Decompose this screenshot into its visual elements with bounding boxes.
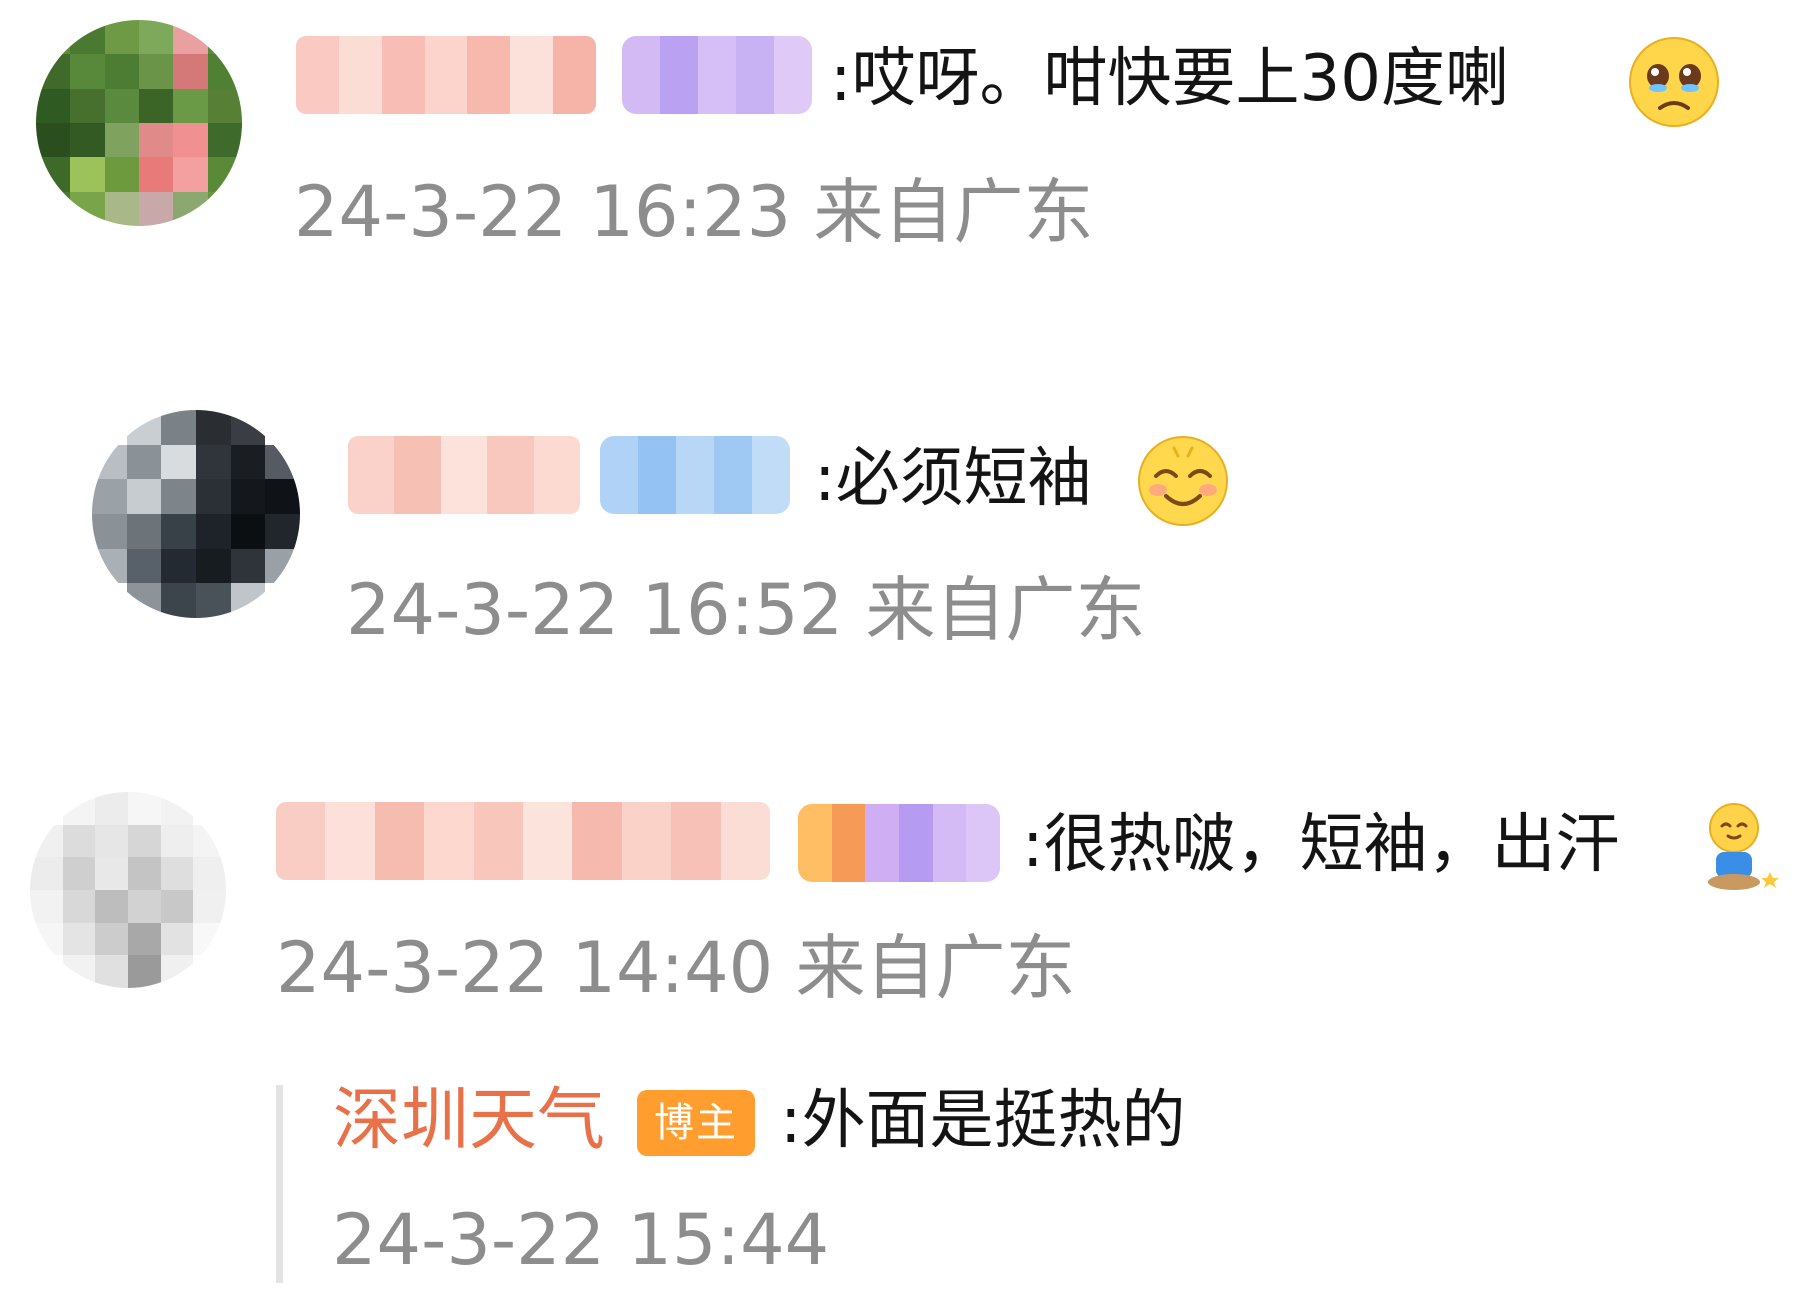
comment-text: :哎呀。咁快要上30度喇 xyxy=(830,42,1509,116)
comment-location: 来自广东 xyxy=(865,569,1146,651)
sitting-person-emoji xyxy=(1708,803,1779,890)
comment-meta: 24-3-22 16:23 来自广东 xyxy=(294,172,1093,252)
user-badge-blurred xyxy=(622,36,812,114)
comment-time: 24-3-22 14:40 xyxy=(276,927,774,1009)
comment-meta: 24-3-22 14:40 来自广东 xyxy=(276,928,1075,1008)
reply-time: 24-3-22 15:44 xyxy=(332,1199,830,1281)
comment-meta: 24-3-22 16:52 来自广东 xyxy=(346,570,1145,650)
avatar[interactable] xyxy=(30,792,226,988)
avatar[interactable] xyxy=(36,20,242,226)
comment-time: 24-3-22 16:52 xyxy=(346,569,844,651)
comment-text: :很热啵，短袖，出汗 xyxy=(1022,808,1620,882)
username-blurred[interactable] xyxy=(348,436,580,514)
user-badge-blurred xyxy=(798,804,1000,882)
username-blurred[interactable] xyxy=(276,802,770,880)
reply-author-name[interactable]: 深圳天气 xyxy=(333,1081,605,1161)
comment-location: 来自广东 xyxy=(795,927,1076,1009)
smiling-face-emoji xyxy=(1138,436,1228,526)
comment-location: 来自广东 xyxy=(813,171,1094,253)
comment-text: :必须短袖 xyxy=(814,442,1092,516)
reply-text: :外面是挺热的 xyxy=(780,1084,1186,1158)
reply-thread-bar xyxy=(276,1085,283,1283)
user-badge-blurred xyxy=(600,436,790,514)
comment-time: 24-3-22 16:23 xyxy=(294,171,792,253)
blogger-badge: 博主 xyxy=(637,1090,755,1156)
username-blurred[interactable] xyxy=(296,36,596,114)
crying-face-emoji xyxy=(1629,37,1719,127)
avatar[interactable] xyxy=(92,410,300,618)
